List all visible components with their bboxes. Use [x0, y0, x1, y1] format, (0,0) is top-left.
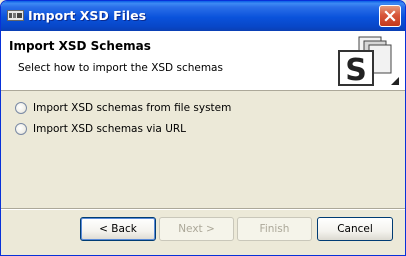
- option-url[interactable]: Import XSD schemas via URL: [15, 123, 186, 135]
- finish-button[interactable]: Finish: [237, 217, 312, 241]
- url-radio[interactable]: [15, 123, 27, 135]
- option-label: Import XSD schemas from file system: [33, 102, 232, 114]
- wizard-content: Import XSD schemas from file system Impo…: [1, 92, 405, 202]
- close-button[interactable]: [379, 5, 401, 27]
- file-system-radio[interactable]: [15, 102, 27, 114]
- button-bar-separator: [1, 208, 405, 210]
- back-button[interactable]: < Back: [80, 217, 156, 241]
- page-title: Import XSD Schemas: [9, 39, 151, 53]
- title-bar[interactable]: Import XSD Files: [1, 1, 405, 31]
- page-description: Select how to import the XSD schemas: [18, 62, 223, 74]
- cancel-button[interactable]: Cancel: [317, 217, 393, 241]
- banner-letter: S: [345, 53, 367, 87]
- wizard-header: Import XSD Schemas Select how to import …: [1, 31, 405, 91]
- option-file-system[interactable]: Import XSD schemas from file system: [15, 102, 231, 114]
- window-title: Import XSD Files: [28, 8, 147, 23]
- schema-files-icon: S: [338, 36, 399, 87]
- import-xsd-dialog: Import XSD Files Import XSD Schemas Sele…: [0, 0, 406, 256]
- close-icon: [384, 10, 396, 22]
- app-icon: [7, 10, 24, 21]
- option-label: Import XSD schemas via URL: [33, 123, 187, 135]
- next-button[interactable]: Next >: [159, 217, 234, 241]
